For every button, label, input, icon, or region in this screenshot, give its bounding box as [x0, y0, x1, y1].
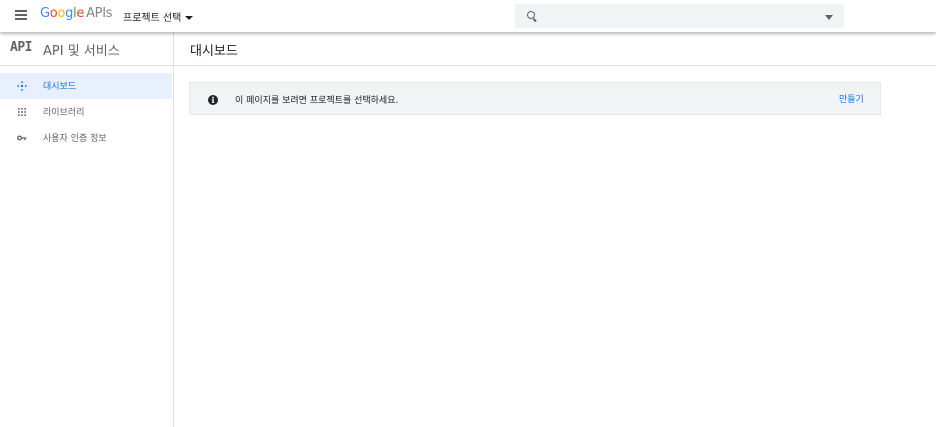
sidebar-title: API 및 서비스 — [43, 44, 120, 59]
select-project-notice: i 이 페이지를 보려면 프로젝트를 선택하세요. 만들기 — [189, 82, 881, 115]
sidebar-item-label: 대시보드 — [43, 82, 77, 92]
search-icon — [527, 11, 535, 19]
dashboard-icon — [17, 81, 27, 91]
sidebar-item-dashboard[interactable]: 대시보드 — [0, 73, 172, 99]
page-title: 대시보드 — [190, 44, 238, 59]
project-select-label: 프로젝트 선택 — [123, 13, 182, 24]
search-input[interactable] — [543, 7, 817, 27]
notice-text: 이 페이지를 보려면 프로젝트를 선택하세요. — [235, 96, 399, 106]
caret-down-icon — [185, 16, 194, 20]
search-bar[interactable] — [515, 4, 844, 28]
hamburger-menu-icon[interactable] — [15, 10, 27, 20]
sidebar-item-library[interactable]: 라이브러리 — [0, 99, 172, 125]
divider — [174, 65, 936, 66]
main-content: 대시보드 i 이 페이지를 보려면 프로젝트를 선택하세요. 만들기 — [174, 32, 936, 427]
sidebar-item-label: 라이브러리 — [43, 108, 85, 118]
key-icon — [17, 135, 27, 141]
sidebar-header: API API 및 서비스 — [0, 32, 173, 66]
library-icon — [18, 108, 26, 116]
api-logo: API — [10, 40, 32, 55]
info-icon: i — [208, 95, 218, 105]
sidebar: API API 및 서비스 대시보드 라이브러리 사용자 인증 정보 — [0, 32, 174, 427]
google-apis-logo[interactable]: Google APIs — [40, 6, 113, 21]
sidebar-item-label: 사용자 인증 정보 — [43, 134, 107, 144]
project-select-dropdown[interactable]: 프로젝트 선택 — [123, 9, 194, 24]
sidebar-item-credentials[interactable]: 사용자 인증 정보 — [0, 125, 172, 151]
search-options-caret-icon[interactable] — [825, 15, 833, 20]
create-project-link[interactable]: 만들기 — [839, 92, 864, 105]
top-app-bar: Google APIs 프로젝트 선택 — [0, 0, 936, 32]
